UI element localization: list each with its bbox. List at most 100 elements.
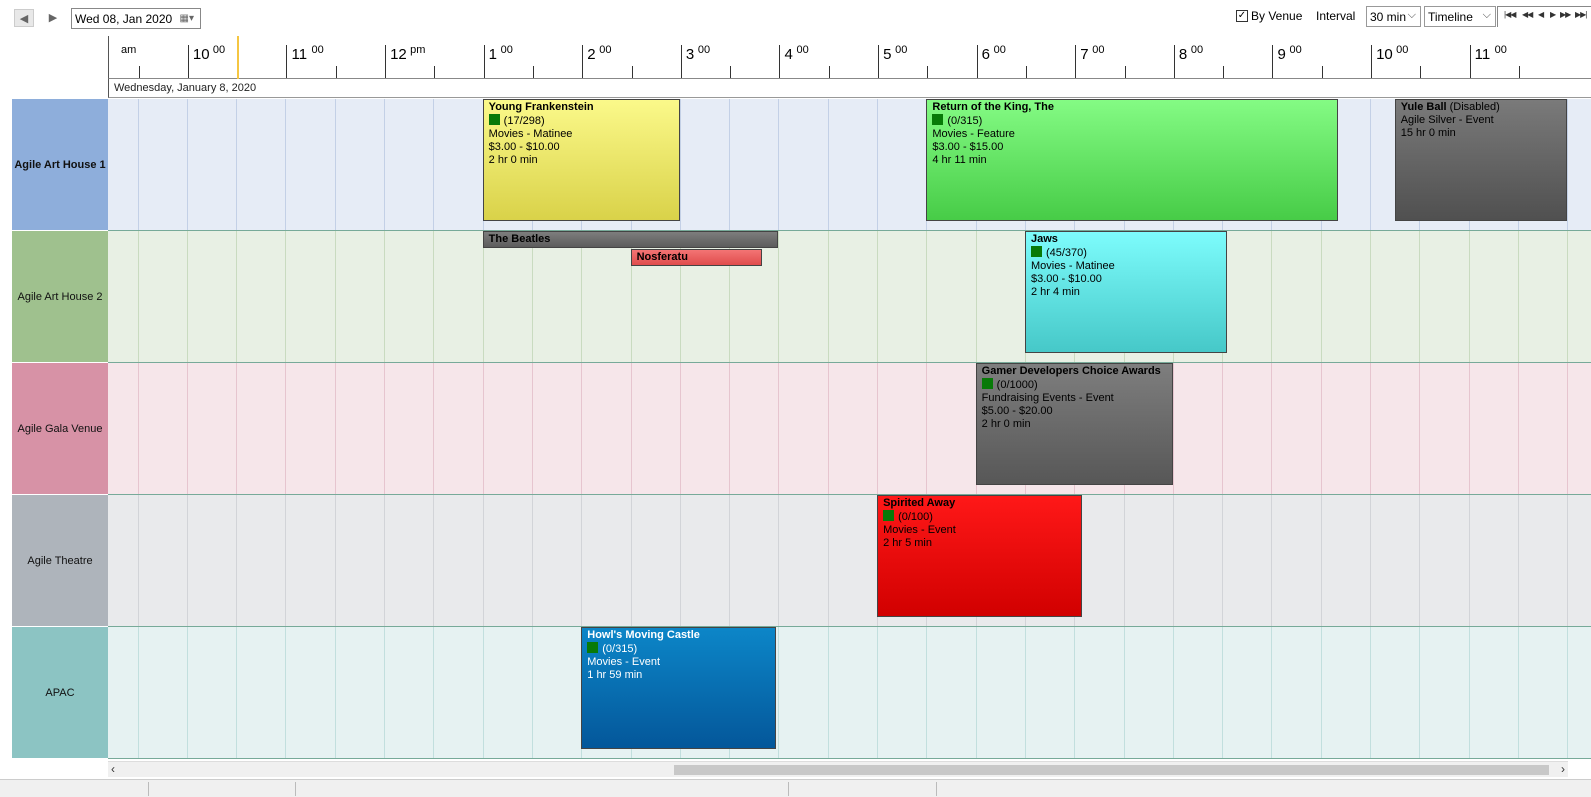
previous-day-button[interactable]: ◀ [14,9,34,27]
event-block[interactable]: Nosferatu [630,249,762,266]
event-block[interactable]: Gamer Developers Choice Awards (0/1000) Fu… [975,363,1173,485]
event-title: Return of the King, The [932,101,1054,113]
fast-forward-icon[interactable]: ▶▶ [1560,10,1571,19]
venue-label[interactable]: Agile Art House 2 [12,231,108,363]
grid-line [433,627,435,758]
grid-line [778,231,780,362]
by-venue-checkbox[interactable]: ✓ [1236,10,1248,22]
grid-line [285,627,287,758]
event-detail: Movies - Matinee [1030,260,1115,272]
grid-line [827,363,829,494]
grid-line [1320,363,1322,494]
hour-minute-label: pm [410,44,426,56]
availability-square-icon [1030,246,1042,257]
grid-line [1271,627,1273,758]
event-block[interactable]: Howl's Moving Castle (0/315) Movies - Even… [581,627,777,749]
forward-icon[interactable]: ▶ [1550,10,1556,19]
half-hour-tick [532,66,534,78]
hour-minute-label: 00 [311,44,324,56]
event-title: Nosferatu [636,251,688,263]
event-detail: 2 hr 5 min [883,537,932,549]
event-block[interactable]: Jaws (45/370) Movies - Matinee $3.00 - $10.… [1024,231,1228,353]
grid-line [334,495,336,626]
venue-label[interactable]: Agile Art House 1 [12,99,108,231]
event-title: Yule Ball [1400,101,1447,113]
next-day-button[interactable]: ▶ [43,9,63,27]
grid-line [1222,495,1224,626]
venue-timeline-row[interactable]: Spirited Away (0/100) Movies - Event 2 hr 5… [108,495,1591,627]
hour-tick [878,45,880,78]
calendar-dropdown-icon[interactable]: ▦▾ [180,13,194,24]
last-icon[interactable]: ▶▶| [1575,10,1587,19]
grid-line [1222,363,1224,494]
venue-timeline-row[interactable]: Gamer Developers Choice Awards (0/1000) Fu… [108,363,1591,495]
grid-line [679,363,681,494]
venue-label[interactable]: Agile Theatre [12,495,108,627]
venue-timeline-row[interactable]: Howl's Moving Castle (0/315) Movies - Even… [108,627,1591,759]
grid-line [1468,231,1470,362]
hour-tick [1469,45,1471,78]
grid-line [1567,495,1569,626]
hour-label: 10 [192,46,210,63]
event-capacity: (0/1000) [981,378,1167,392]
scroll-thumb[interactable] [674,765,1549,775]
grid-line [827,231,829,362]
event-block[interactable]: Yule Ball (Disabled) Agile Silver - Event… [1394,99,1568,221]
grid-line [384,495,386,626]
hour-tick [582,45,584,78]
grid-line [1271,495,1273,626]
event-detail: $3.00 - $10.00 [1030,273,1102,285]
scroll-right-icon[interactable]: › [1561,762,1565,776]
grid-line [1517,231,1519,362]
event-title: Spirited Away [883,497,956,509]
hour-label: 10 [1376,46,1393,63]
event-detail: 15 hr 0 min [1400,127,1456,139]
grid-line [1567,363,1569,494]
hour-label: 9 [1277,46,1286,63]
horizontal-scrollbar[interactable]: ‹ › [108,761,1568,777]
grid-line [877,627,879,758]
hour-minute-label: 00 [212,44,226,56]
event-block[interactable]: Young Frankenstein (17/298) Movies - Matin… [482,99,680,221]
interval-select[interactable]: 30 min ⌵ [1366,6,1421,27]
event-capacity-value: (0/315) [602,643,638,655]
availability-square-icon [981,378,993,389]
grid-line [531,231,533,362]
event-detail: 2 hr 0 min [488,154,538,166]
event-detail: $3.00 - $15.00 [932,141,1004,153]
event-block[interactable]: Return of the King, The (0/315) Movies - F… [926,99,1338,221]
grid-line [1567,99,1569,230]
grid-line [827,99,829,230]
interval-select-value: 30 min [1370,10,1407,24]
hour-minute-label: 00 [1092,44,1105,56]
event-title-line: Jaws [1031,233,1221,246]
event-scheduler-window: ◀ ▶ Wed 08, Jan 2020 ▦▾ ✓ By Venue Inter… [0,0,1591,797]
grid-line [1271,231,1273,362]
grid-line [531,627,533,758]
grid-line [1074,627,1076,758]
venue-timeline-row[interactable]: The Beatles Nosferatu Jaws (45/370) Movies -… [108,231,1591,363]
event-title-line: The Beatles [489,233,773,246]
date-picker[interactable]: Wed 08, Jan 2020 ▦▾ [71,8,201,29]
event-block[interactable]: Spirited Away (0/100) Movies - Event 2 hr 5… [877,495,1083,617]
grid-line [1271,363,1273,494]
hour-label: 8 [1178,46,1188,63]
grid-line [285,363,287,494]
fast-back-icon[interactable]: ◀◀ [1522,10,1533,19]
first-icon[interactable]: |◀◀ [1504,10,1516,19]
status-separator [148,782,149,796]
grid-line [1172,495,1174,626]
scroll-left-icon[interactable]: ‹ [111,762,115,776]
event-detail: 4 hr 11 min [932,154,987,166]
back-icon[interactable]: ◀ [1538,10,1544,19]
view-select[interactable]: Timeline ⌵ [1424,6,1496,27]
grid-line [630,495,632,626]
event-block[interactable]: The Beatles [482,231,779,248]
grid-line [1370,495,1372,626]
venue-timeline-row[interactable]: Young Frankenstein (17/298) Movies - Matin… [108,99,1591,231]
venue-label[interactable]: APAC [12,627,108,759]
venue-label[interactable]: Agile Gala Venue [12,363,108,495]
view-select-value: Timeline [1428,10,1473,24]
grid-line [531,363,533,494]
grid-line [1468,363,1470,494]
